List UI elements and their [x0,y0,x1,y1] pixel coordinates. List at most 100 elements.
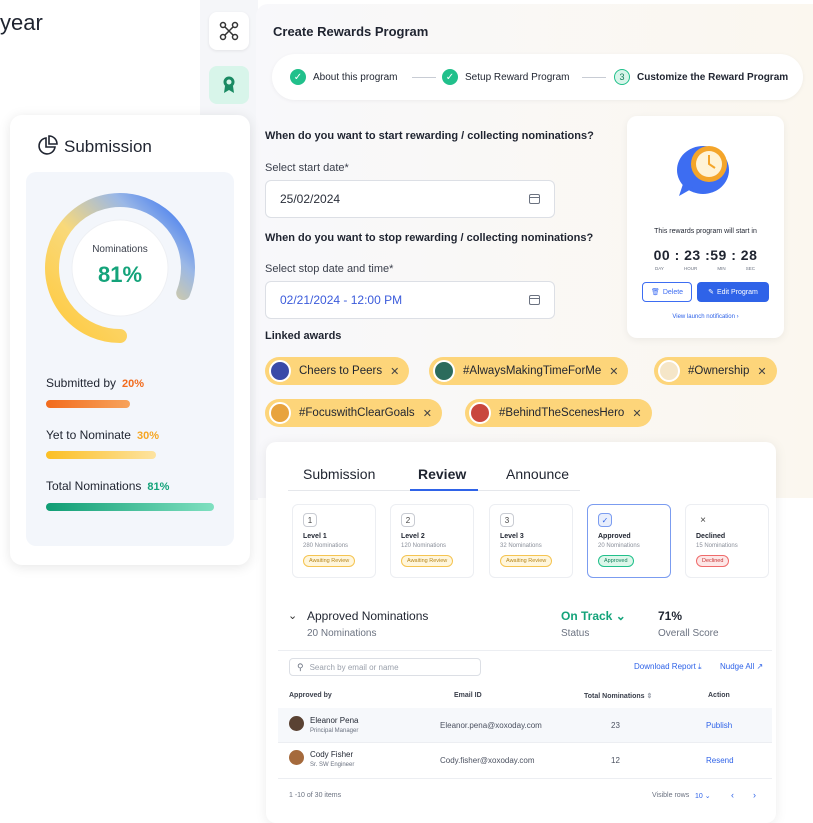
workflow-icon [219,21,239,41]
nudge-all-button[interactable]: Nudge All ↗ [720,662,763,671]
next-page-icon[interactable]: › [753,790,756,800]
pagination-summary: 1 -10 of 30 items [289,792,342,799]
step-customize[interactable]: 3 Customize the Reward Program [614,69,788,85]
award-chip-label: #AlwaysMakingTimeForMe [463,365,602,377]
remove-chip-icon[interactable]: ✕ [757,365,766,378]
submitted-by-row: Submitted by 20% [46,376,144,390]
avatar [289,716,304,731]
prev-page-icon[interactable]: ‹ [731,790,734,800]
search-input[interactable]: ⚲ Search by email or name [289,658,481,676]
edit-program-button[interactable]: ✎ Edit Program [697,282,769,302]
countdown-units: DAY HOUR MIN SEC [655,266,755,271]
status-badge: Declined [696,555,730,567]
column-header-total[interactable]: Total Nominations ⇕ [584,692,652,700]
level-card-approved[interactable]: ✓ Approved 20 Nominations Approved [587,504,671,578]
progress-stepper: ✓ About this program ✓ Setup Reward Prog… [272,54,803,100]
approver-name: Cody Fisher [310,750,354,759]
pie-chart-icon [38,135,58,155]
close-icon: × [700,514,706,526]
award-chip[interactable]: #AlwaysMakingTimeForMe ✕ [429,357,629,385]
score-value: 71% [658,609,683,623]
start-question: When do you want to start rewarding / co… [265,130,594,142]
nudge-all-label: Nudge All [720,662,755,671]
view-launch-link[interactable]: View launch notification › [627,314,784,320]
yet-to-nominate-value: 30% [136,430,159,442]
sort-icon: ⇕ [646,693,653,700]
check-icon: ✓ [442,69,458,85]
level-card-1[interactable]: 1 Level 1 280 Nominations Awaiting Revie… [292,504,376,578]
start-date-label: Select start date* [265,162,349,174]
rewards-nav-button[interactable] [209,66,249,104]
step-setup[interactable]: ✓ Setup Reward Program [442,69,570,85]
page-title: Create Rewards Program [273,24,429,39]
unit-min: MIN [717,266,726,271]
visible-rows-select[interactable]: 10 ⌄ [695,792,711,800]
level-title: Level 2 [401,533,425,540]
award-chip[interactable]: #Ownership ✕ [654,357,777,385]
level-card-declined[interactable]: × Declined 15 Nominations Declined [685,504,769,578]
column-header-email: Email ID [454,692,482,699]
level-card-2[interactable]: 2 Level 2 120 Nominations Awaiting Revie… [390,504,474,578]
calendar-icon[interactable] [529,194,540,204]
award-chip[interactable]: #FocuswithClearGoals ✕ [265,399,442,427]
tab-submission[interactable]: Submission [303,466,375,482]
unit-hour: HOUR [684,266,698,271]
delete-label: Delete [662,288,684,296]
award-chip[interactable]: #BehindTheScenesHero ✕ [465,399,652,427]
edit-label: Edit Program [717,288,758,296]
award-badge-icon [223,76,235,93]
stop-date-input[interactable]: 02/21/2024 - 12:00 PM [265,281,555,319]
level-count: 32 Nominations [500,543,542,549]
tab-announce[interactable]: Announce [506,466,569,482]
download-icon: ⤓ [698,662,702,671]
workflow-nav-button[interactable] [209,12,249,50]
step-label: Customize the Reward Program [637,71,789,83]
status-badge: Awaiting Review [401,555,454,567]
approver-email: Cody.fisher@xoxoday.com [440,756,535,765]
award-chip-label: #FocuswithClearGoals [299,407,415,419]
level-number: 1 [303,513,317,527]
chevron-down-icon: ⌄ [704,793,711,800]
step-divider [412,77,436,78]
column-header-total-label: Total Nominations [584,693,645,700]
remove-chip-icon[interactable]: ✕ [609,365,618,378]
collapse-chevron-icon[interactable]: ⌄ [288,609,297,622]
publish-button[interactable]: Publish [706,721,732,730]
external-arrow-icon: ↗ [756,662,764,671]
award-avatar [269,360,291,382]
step-about[interactable]: ✓ About this program [290,69,398,85]
download-report-button[interactable]: Download Report ⤓ [634,662,702,672]
section-title: Approved Nominations [307,609,429,623]
level-card-3[interactable]: 3 Level 3 32 Nominations Awaiting Review [489,504,573,578]
start-date-value: 25/02/2024 [280,192,341,206]
level-count: 120 Nominations [401,543,447,549]
status-dropdown[interactable]: On Track ⌄ [561,609,626,623]
nominations-gauge: Nominations 81% [45,193,195,343]
approver-role: Sr. SW Engineer [310,762,355,768]
award-chip[interactable]: Cheers to Peers ✕ [265,357,410,385]
tab-review[interactable]: Review [418,466,466,482]
search-icon: ⚲ [297,661,304,672]
delete-button[interactable]: 🗑 Delete [642,282,692,302]
start-date-input[interactable]: 25/02/2024 [265,180,555,218]
award-chip-label: #BehindTheScenesHero [499,407,625,419]
calendar-icon[interactable] [529,295,540,305]
remove-chip-icon[interactable]: ✕ [390,365,399,378]
remove-chip-icon[interactable]: ✕ [632,407,641,420]
status-badge: Approved [598,555,634,567]
award-avatar [269,402,291,424]
stop-date-label: Select stop date and time* [265,263,394,275]
award-avatar [658,360,680,382]
avatar [289,750,304,765]
chevron-right-icon: › [736,314,739,320]
resend-button[interactable]: Resend [706,756,734,765]
visible-rows-label: Visible rows [652,792,690,799]
approver-role: Principal Manager [310,728,359,734]
award-chip-label: #Ownership [688,365,750,377]
level-title: Declined [696,533,726,540]
total-nominations-value: 81% [147,481,170,493]
chevron-down-icon: ⌄ [615,609,626,623]
unit-day: DAY [655,266,664,271]
remove-chip-icon[interactable]: ✕ [423,407,432,420]
step-divider [582,77,606,78]
